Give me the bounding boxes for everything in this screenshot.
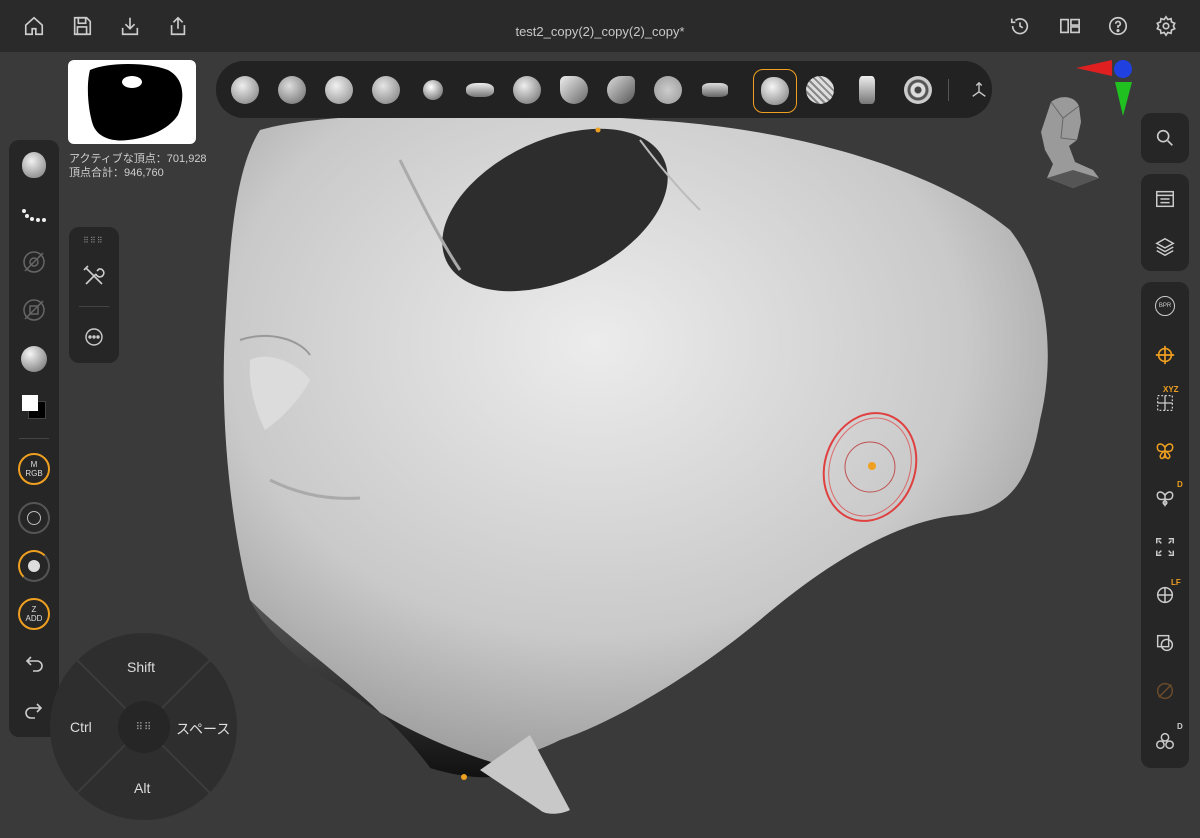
space-key[interactable]: スペース [176, 719, 230, 739]
history-icon[interactable] [1006, 12, 1034, 40]
bpr-button[interactable]: BPR [1148, 289, 1182, 323]
gizmo-toggle-icon[interactable] [1148, 338, 1182, 372]
symmetry-icon[interactable] [1148, 434, 1182, 468]
rgb-toggle-button[interactable]: M RGB [15, 450, 53, 488]
dpad-center-icon[interactable]: ⠿⠿ [118, 701, 170, 753]
total-vertices: 頂点合計：946,760 [69, 167, 164, 179]
alpha-disabled-icon[interactable] [15, 243, 53, 281]
vertex-stats: アクティブな頂点：701,928 頂点合計：946,760 [69, 152, 207, 180]
modifier-pad: Shift Ctrl スペース Alt ⠿⠿ [50, 633, 237, 820]
d-badge-2: D [1177, 722, 1183, 731]
top-bar: test2_copy(2)_copy(2)_copy* [0, 0, 1200, 52]
flatten-brush[interactable] [367, 71, 405, 109]
view-panel [1141, 174, 1189, 271]
texture-disabled-icon[interactable] [15, 291, 53, 329]
spiral-brush[interactable] [899, 71, 937, 109]
undo-icon[interactable] [15, 643, 53, 681]
mask-thumbnail[interactable] [68, 60, 196, 144]
material-icon[interactable] [15, 340, 53, 378]
transform-icon[interactable] [964, 71, 994, 109]
ctrl-key[interactable]: Ctrl [70, 719, 92, 735]
settings-icon[interactable] [1152, 12, 1180, 40]
panel-divider [79, 306, 109, 307]
flat-brush[interactable] [649, 71, 687, 109]
alt-key[interactable]: Alt [134, 780, 150, 796]
tools-icon[interactable] [81, 263, 107, 289]
blob-brush[interactable] [273, 71, 311, 109]
layers-icon[interactable] [1148, 230, 1182, 264]
polyframe-disabled-icon[interactable] [1148, 674, 1182, 708]
brush-divider [948, 79, 949, 101]
standard-brush[interactable] [753, 69, 797, 113]
search-panel [1141, 113, 1189, 163]
right-toolbar: BPR XYZ D LF D [1141, 282, 1189, 768]
inflate-brush[interactable] [320, 71, 358, 109]
active-vertices: アクティブな頂点：701,928 [69, 153, 207, 165]
tools-panel: ⠿⠿⠿ [69, 227, 119, 363]
frame-icon[interactable] [1148, 530, 1182, 564]
clay-brush[interactable] [226, 71, 264, 109]
mesh-brush[interactable] [801, 71, 839, 109]
floor-icon[interactable] [1148, 626, 1182, 660]
move-brush[interactable] [848, 71, 886, 109]
toolbar-divider [19, 438, 49, 439]
intensity-button[interactable] [15, 547, 53, 585]
layout-icon[interactable] [1056, 12, 1084, 40]
color-swatch-icon[interactable] [15, 388, 53, 426]
search-icon[interactable] [1148, 121, 1182, 155]
crease-brush[interactable] [461, 71, 499, 109]
nav-head-icon[interactable] [1033, 92, 1103, 192]
d-badge-1: D [1177, 480, 1183, 489]
twist-brush[interactable] [508, 71, 546, 109]
bpr-label: BPR [1155, 296, 1175, 316]
smooth-brush[interactable] [414, 71, 452, 109]
zadd-label: Z ADD [18, 598, 50, 630]
properties-icon[interactable] [1148, 182, 1182, 216]
spikes-brush[interactable] [696, 71, 734, 109]
xyz-badge: XYZ [1163, 385, 1179, 394]
draw-size-button[interactable] [15, 499, 53, 537]
more-icon[interactable] [83, 326, 105, 348]
redo-icon[interactable] [15, 690, 53, 728]
brush-preview-icon[interactable] [15, 146, 53, 184]
zadd-toggle-button[interactable]: Z ADD [15, 595, 53, 633]
brush-bar [216, 61, 992, 118]
stroke-icon[interactable] [15, 195, 53, 233]
shift-key[interactable]: Shift [127, 659, 155, 675]
rgb-label: M RGB [18, 453, 50, 485]
planar-brush[interactable] [602, 71, 640, 109]
pinch-brush[interactable] [555, 71, 593, 109]
lf-badge: LF [1171, 578, 1181, 587]
drag-handle-icon[interactable]: ⠿⠿⠿ [83, 236, 104, 245]
help-icon[interactable] [1104, 12, 1132, 40]
